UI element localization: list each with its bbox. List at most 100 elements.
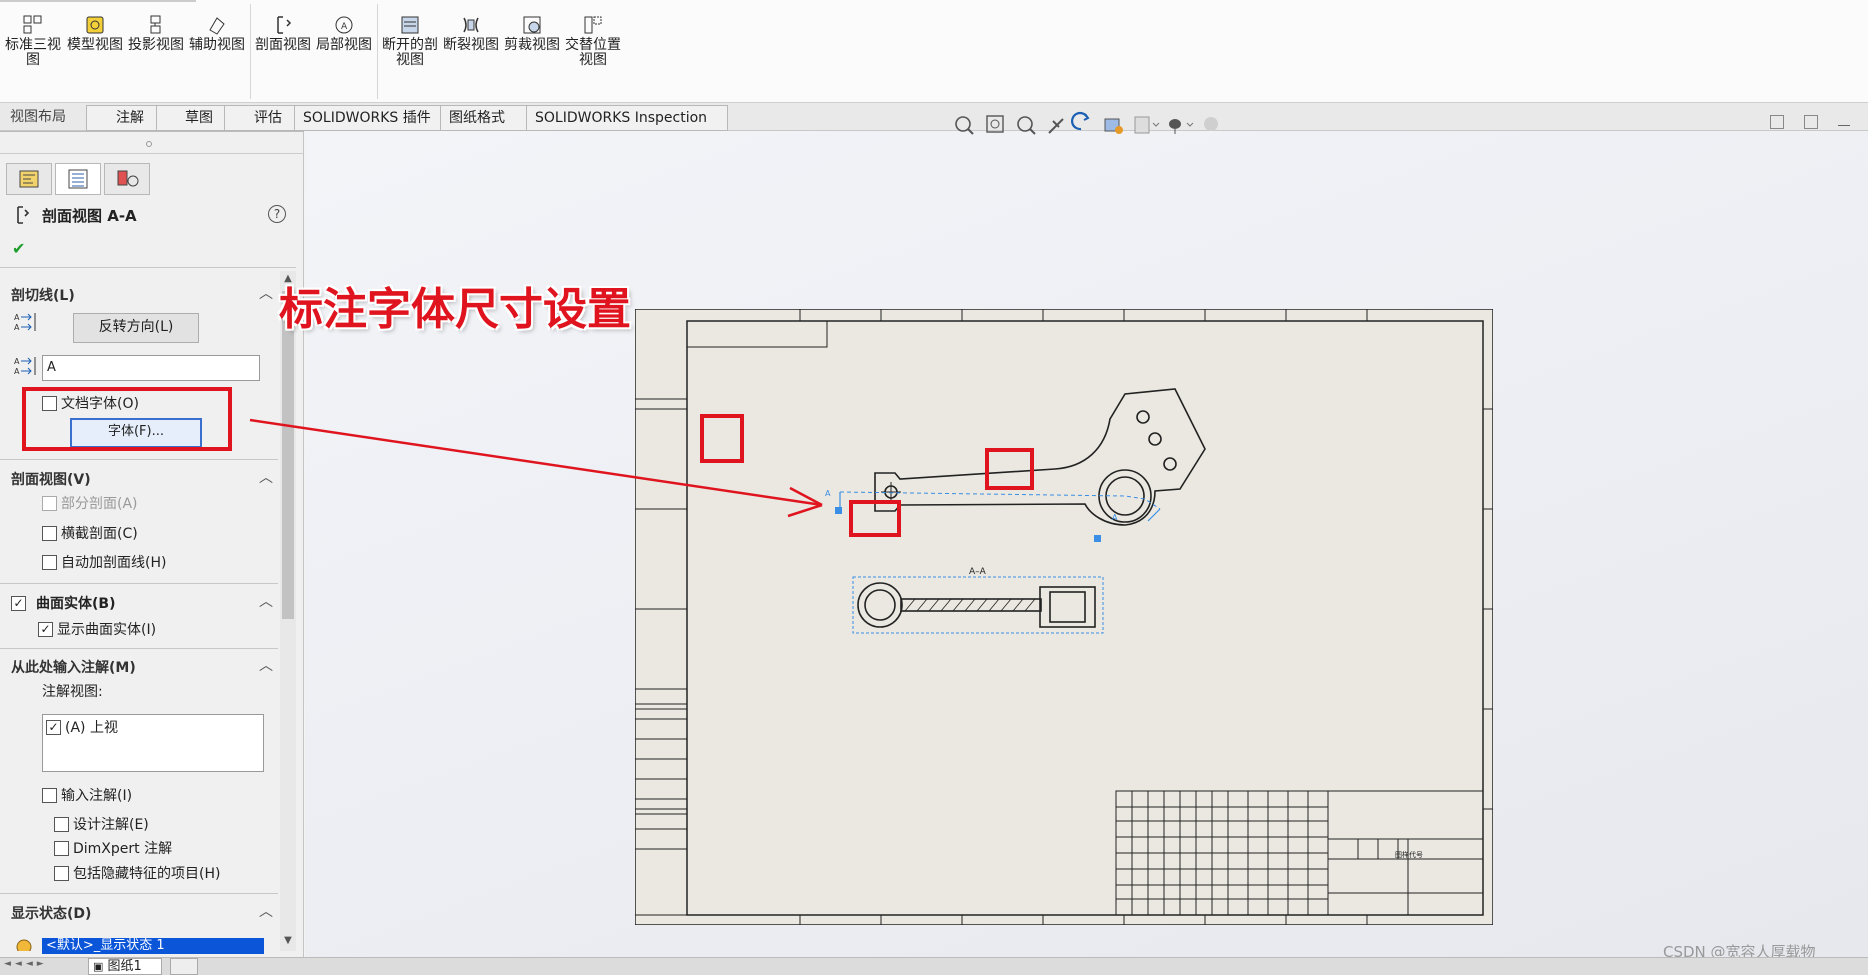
sheet-nav-arrows[interactable]: ◄◄◄► — [4, 959, 84, 975]
ok-check-icon[interactable]: ✔ — [12, 239, 25, 258]
auto-hatch-checkbox[interactable]: 自动加剖面线(H) — [42, 552, 166, 572]
projected-view-label: 投影视图 — [128, 37, 184, 53]
section-view-heading[interactable]: 剖面视图(V) — [11, 469, 91, 489]
crop-view-icon — [523, 16, 541, 34]
view-settings-icon — [1104, 118, 1123, 134]
tab-view-layout[interactable]: 视图布局 — [2, 105, 74, 129]
design-annotations-checkbox[interactable]: 设计注解(E) — [54, 814, 149, 834]
tab-configuration-manager[interactable] — [104, 163, 150, 195]
annotation-view-item-top[interactable]: ✓ (A) 上视 — [46, 717, 118, 737]
panel-divider — [0, 583, 278, 584]
collapse-chevron-icon[interactable]: ︿ — [259, 655, 273, 675]
alternate-position-view-label: 交替位置视图 — [565, 37, 621, 68]
section-label-input[interactable]: A — [42, 355, 260, 381]
partial-section-checkbox[interactable]: 部分剖面(A) — [42, 493, 138, 513]
drawing-canvas[interactable]: A A A–A 图样代号 标注字体尺寸设置 CSDN @宽容人厚载物 — [279, 111, 1868, 961]
collapse-chevron-icon[interactable]: ︿ — [259, 901, 273, 921]
import-annotations-check-box[interactable] — [42, 787, 57, 803]
detail-view-button[interactable]: A 局部视图 — [315, 14, 373, 53]
slice-section-check-box[interactable] — [42, 525, 57, 541]
highlight-cut-letter-left — [700, 414, 744, 463]
appearance-icon — [1204, 117, 1218, 131]
panel-divider — [0, 459, 278, 460]
panel-scrollbar[interactable]: ▲ ▼ — [280, 271, 296, 951]
annotation-view-list[interactable]: ✓ (A) 上视 — [42, 714, 264, 772]
tab-feature-manager[interactable] — [6, 163, 52, 195]
cut-letter-left: A — [825, 489, 831, 498]
slice-section-label: 横截剖面(C) — [61, 526, 138, 542]
add-sheet-icon[interactable] — [170, 958, 198, 975]
alternate-position-view-button[interactable]: 交替位置视图 — [564, 14, 622, 68]
show-surface-bodies-checkbox[interactable]: ✓ 显示曲面实体(I) — [38, 619, 156, 639]
reverse-direction-button[interactable]: 反转方向(L) — [73, 313, 199, 343]
partial-section-check-box[interactable] — [42, 495, 57, 511]
highlight-section-label — [849, 500, 901, 537]
property-manager-icon — [68, 169, 88, 189]
show-surface-bodies-check-box[interactable]: ✓ — [38, 621, 53, 637]
display-state-item[interactable]: <默认>_显示状态 1 — [42, 938, 264, 954]
import-annotations-heading[interactable]: 从此处输入注解(M) — [11, 657, 136, 677]
sheet-tab-sheet1[interactable]: ▣ 图纸1 — [88, 958, 162, 975]
help-icon[interactable]: ? — [268, 205, 286, 223]
zoom-to-area-icon — [986, 115, 1004, 133]
include-hidden-check-box[interactable] — [54, 865, 69, 881]
broken-out-section-label: 断开的剖视图 — [382, 37, 438, 68]
panel-divider — [0, 648, 278, 649]
import-annotations-checkbox[interactable]: 输入注解(I) — [42, 785, 132, 805]
section-view-button[interactable]: 剖面视图 — [254, 14, 312, 53]
drawing-sheet[interactable]: A A A–A 图样代号 — [635, 309, 1493, 925]
scroll-down-icon[interactable]: ▼ — [280, 935, 296, 949]
dimxpert-annotations-checkbox[interactable]: DimXpert 注解 — [54, 838, 172, 858]
include-hidden-checkbox[interactable]: 包括隐藏特征的项目(H) — [54, 863, 220, 883]
tab-solidworks-addins[interactable]: SOLIDWORKS 插件 — [294, 105, 458, 131]
tile-left-icon[interactable] — [1770, 115, 1784, 129]
model-view-button[interactable]: 模型视图 — [66, 14, 124, 53]
auto-hatch-check-box[interactable] — [42, 554, 57, 570]
partial-section-label: 部分剖面(A) — [61, 496, 138, 512]
panel-grip[interactable] — [146, 141, 152, 147]
collapse-chevron-icon[interactable]: ︿ — [259, 283, 273, 303]
panel-divider — [0, 267, 296, 268]
cut-handle-right — [1094, 535, 1101, 542]
design-annotations-label: 设计注解(E) — [73, 817, 149, 833]
surface-bodies-check-box[interactable]: ✓ — [11, 595, 26, 611]
minimize-icon[interactable] — [1838, 125, 1850, 126]
highlight-cut-letter-right — [985, 448, 1034, 490]
svg-text:A: A — [14, 367, 20, 376]
model-view-label: 模型视图 — [67, 37, 123, 53]
show-surface-bodies-label: 显示曲面实体(I) — [57, 622, 157, 638]
ribbon-top-strip — [0, 0, 196, 2]
auxiliary-view-icon — [209, 17, 225, 35]
display-state-icon — [16, 939, 32, 951]
cutline-heading[interactable]: 剖切线(L) — [11, 285, 75, 305]
panel-top-line — [0, 131, 304, 132]
svg-text:A: A — [14, 357, 20, 366]
dimxpert-check-box[interactable] — [54, 840, 69, 856]
broken-out-section-button[interactable]: 断开的剖视图 — [381, 14, 439, 68]
slice-section-checkbox[interactable]: 横截剖面(C) — [42, 523, 138, 543]
break-view-button[interactable]: 断裂视图 — [442, 14, 500, 53]
display-state-heading[interactable]: 显示状态(D) — [11, 903, 91, 923]
tile-right-icon[interactable] — [1804, 115, 1818, 129]
tab-solidworks-inspection[interactable]: SOLIDWORKS Inspection — [526, 105, 728, 131]
tab-property-manager[interactable] — [55, 163, 101, 195]
standard-3-view-button[interactable]: 标准三视图 — [4, 14, 62, 68]
projected-view-icon — [150, 15, 161, 34]
collapse-chevron-icon[interactable]: ︿ — [259, 591, 273, 611]
display-style-icon — [1134, 116, 1160, 134]
auxiliary-view-button[interactable]: 辅助视图 — [188, 14, 246, 53]
cut-handle-left — [835, 507, 842, 514]
title-block-code: 图样代号 — [1395, 850, 1423, 859]
feature-manager-icon — [19, 170, 39, 188]
crop-view-button[interactable]: 剪裁视图 — [503, 14, 561, 53]
scrollbar-thumb[interactable] — [282, 291, 294, 619]
previous-view-icon — [1017, 116, 1036, 135]
sheet-tab-label: 图纸1 — [107, 959, 142, 974]
auxiliary-view-label: 辅助视图 — [189, 37, 245, 53]
surface-bodies-checkbox[interactable]: ✓ 曲面实体(B) — [11, 593, 115, 613]
annotation-view-top-check-box[interactable]: ✓ — [46, 719, 61, 735]
label-icon: AA — [14, 357, 36, 376]
collapse-chevron-icon[interactable]: ︿ — [259, 467, 273, 487]
projected-view-button[interactable]: 投影视图 — [127, 14, 185, 53]
design-annotations-check-box[interactable] — [54, 816, 69, 832]
